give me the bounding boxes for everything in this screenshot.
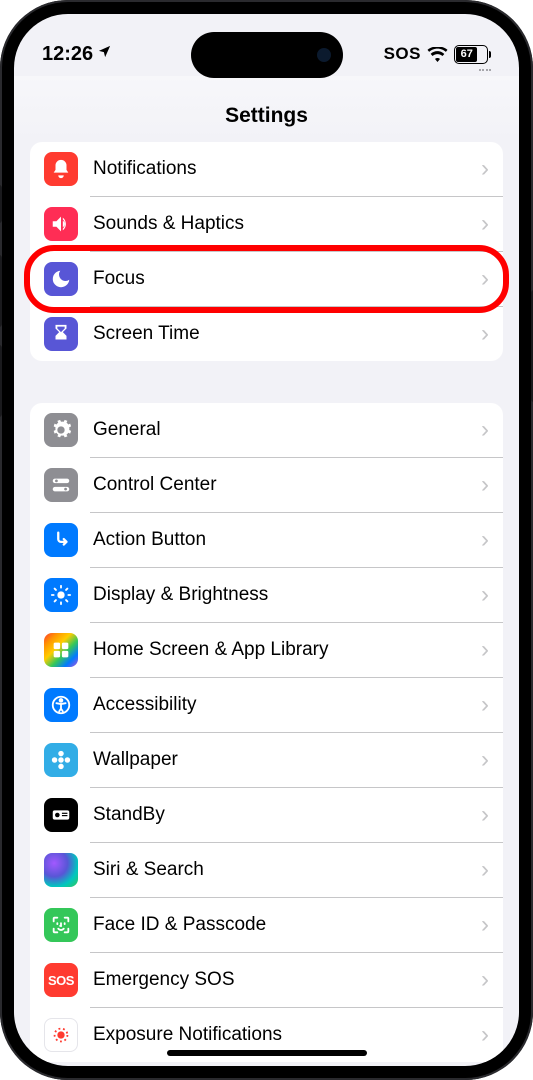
row-emergency-sos[interactable]: SOS Emergency SOS › — [30, 953, 503, 1007]
volume-up-button — [0, 255, 2, 327]
chevron-right-icon: › — [481, 638, 489, 662]
bell-icon — [44, 152, 78, 186]
row-label: Sounds & Haptics — [93, 213, 481, 235]
chevron-right-icon: › — [481, 583, 489, 607]
row-home-screen[interactable]: Home Screen & App Library › — [30, 623, 503, 677]
chevron-right-icon: › — [481, 267, 489, 291]
row-label: General — [93, 419, 481, 441]
row-wallpaper[interactable]: Wallpaper › — [30, 733, 503, 787]
row-label: Screen Time — [93, 323, 481, 345]
gear-icon — [44, 413, 78, 447]
row-label: Emergency SOS — [93, 969, 481, 991]
row-label: Accessibility — [93, 694, 481, 716]
row-general[interactable]: General › — [30, 403, 503, 457]
row-display-brightness[interactable]: Display & Brightness › — [30, 568, 503, 622]
status-left: 12:26 — [42, 43, 112, 66]
status-right: SOS 67 — [384, 44, 491, 64]
chevron-right-icon: › — [481, 322, 489, 346]
row-label: Action Button — [93, 529, 481, 551]
row-action-button[interactable]: Action Button › — [30, 513, 503, 567]
chevron-right-icon: › — [481, 528, 489, 552]
speaker-icon — [44, 207, 78, 241]
row-focus[interactable]: Focus › — [30, 252, 503, 306]
flower-icon — [44, 743, 78, 777]
row-siri-search[interactable]: Siri & Search › — [30, 843, 503, 897]
row-label: Face ID & Passcode — [93, 914, 481, 936]
chevron-right-icon: › — [481, 473, 489, 497]
settings-list[interactable]: Notifications › Sounds & Haptics › — [14, 142, 519, 1066]
dynamic-island — [191, 32, 343, 78]
hourglass-icon — [44, 317, 78, 351]
chevron-right-icon: › — [481, 212, 489, 236]
row-sounds-haptics[interactable]: Sounds & Haptics › — [30, 197, 503, 251]
exposure-icon — [44, 1018, 78, 1052]
row-accessibility[interactable]: Accessibility › — [30, 678, 503, 732]
chevron-right-icon: › — [481, 913, 489, 937]
row-standby[interactable]: StandBy › — [30, 788, 503, 842]
screen: 12:26 SOS 67 Settings — [14, 14, 519, 1066]
section-focus-group: Notifications › Sounds & Haptics › — [30, 142, 503, 361]
siri-icon — [44, 853, 78, 887]
home-indicator[interactable] — [167, 1050, 367, 1056]
row-label: Control Center — [93, 474, 481, 496]
row-label: StandBy — [93, 804, 481, 826]
silent-switch — [0, 185, 2, 223]
chevron-right-icon: › — [481, 858, 489, 882]
row-label: Siri & Search — [93, 859, 481, 881]
row-face-id[interactable]: Face ID & Passcode › — [30, 898, 503, 952]
sun-icon — [44, 578, 78, 612]
section-general-group: General › Control Center › Action — [30, 403, 503, 1062]
chevron-right-icon: › — [481, 1023, 489, 1047]
chevron-right-icon: › — [481, 157, 489, 181]
battery-level: 67 — [456, 47, 477, 62]
sos-indicator: SOS — [384, 44, 421, 64]
clock-widget-icon — [44, 798, 78, 832]
page-title: Settings — [14, 76, 519, 142]
row-label: Display & Brightness — [93, 584, 481, 606]
chevron-right-icon: › — [481, 748, 489, 772]
row-label: Home Screen & App Library — [93, 639, 481, 661]
toggles-icon — [44, 468, 78, 502]
row-label: Focus — [93, 268, 481, 290]
moon-icon — [44, 262, 78, 296]
face-id-icon — [44, 908, 78, 942]
apps-grid-icon — [44, 633, 78, 667]
wifi-icon — [427, 47, 448, 62]
front-camera — [317, 48, 331, 62]
chevron-right-icon: › — [481, 693, 489, 717]
status-time: 12:26 — [42, 43, 93, 66]
row-control-center[interactable]: Control Center › — [30, 458, 503, 512]
battery-indicator: 67 — [454, 45, 491, 64]
sos-icon: SOS — [44, 963, 78, 997]
row-screen-time[interactable]: Screen Time › — [30, 307, 503, 361]
action-button-icon — [44, 523, 78, 557]
phone-frame: 12:26 SOS 67 Settings — [0, 0, 533, 1080]
row-notifications[interactable]: Notifications › — [30, 142, 503, 196]
chevron-right-icon: › — [481, 803, 489, 827]
location-icon — [97, 44, 112, 64]
row-label: Notifications — [93, 158, 481, 180]
row-label: Wallpaper — [93, 749, 481, 771]
accessibility-icon — [44, 688, 78, 722]
chevron-right-icon: › — [481, 968, 489, 992]
chevron-right-icon: › — [481, 418, 489, 442]
volume-down-button — [0, 345, 2, 417]
row-label: Exposure Notifications — [93, 1024, 481, 1046]
